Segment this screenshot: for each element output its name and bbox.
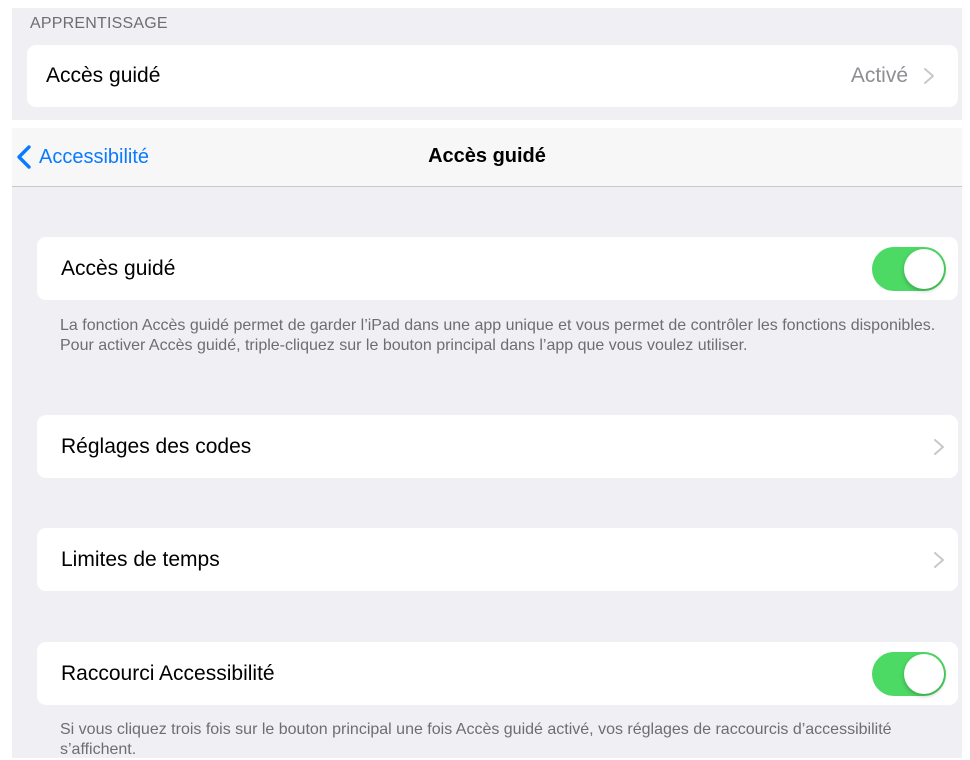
guided-access-footnote: La fonction Accès guidé permet de garder…: [60, 317, 936, 354]
time-limits-label: Limites de temps: [61, 547, 220, 571]
guided-access-settings-row[interactable]: Accès guidé Activé: [27, 45, 958, 107]
toggle-knob: [904, 653, 944, 694]
chevron-right-icon: [934, 438, 944, 455]
page-title: Accès guidé: [428, 145, 546, 167]
accessibility-shortcut-footnote: Si vous cliquez trois fois sur le bouton…: [60, 721, 892, 758]
passcode-settings-row[interactable]: Réglages des codes: [37, 415, 958, 478]
accessibility-shortcut-toggle[interactable]: [872, 651, 946, 696]
row-label: Accès guidé: [46, 64, 161, 87]
chevron-right-icon: [924, 68, 934, 84]
guided-access-toggle[interactable]: [872, 246, 946, 291]
time-limits-row[interactable]: Limites de temps: [37, 528, 958, 591]
guided-access-row: Accès guidé: [37, 237, 958, 300]
toggle-knob: [904, 248, 944, 289]
navigation-bar: Accessibilité Accès guidé: [12, 128, 962, 187]
accessibility-shortcut-row: Raccourci Accessibilité: [37, 642, 958, 705]
passcode-settings-label: Réglages des codes: [61, 434, 252, 458]
chevron-right-icon: [934, 551, 944, 568]
guided-access-label: Accès guidé: [61, 256, 176, 280]
row-status-value: Activé: [850, 64, 908, 87]
accessibility-shortcut-label: Raccourci Accessibilité: [61, 661, 275, 685]
section-header-apprentissage: APPRENTISSAGE: [30, 15, 168, 32]
